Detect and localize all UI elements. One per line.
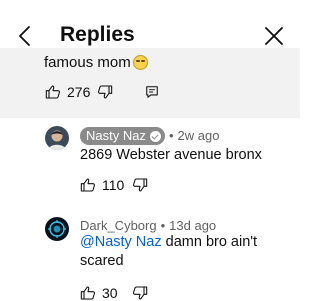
flushed-face-emoji-icon bbox=[132, 55, 148, 70]
reply-meta: Nasty Naz • 2w ago bbox=[80, 127, 219, 145]
parent-like-count: 276 bbox=[67, 84, 91, 100]
avatar[interactable] bbox=[45, 217, 69, 241]
thumb-up-icon bbox=[80, 178, 95, 192]
author-chip[interactable]: Nasty Naz bbox=[80, 127, 165, 145]
thumb-up-icon bbox=[80, 286, 95, 300]
like-count: 30 bbox=[102, 285, 118, 301]
thumb-up-icon bbox=[45, 85, 60, 99]
reply-item: Dark_Cyborg • 13d ago @Nasty Naz damn br… bbox=[0, 206, 300, 301]
parent-comment-text-tail: famous mom bbox=[44, 54, 131, 71]
reply-time: 13d ago bbox=[169, 218, 217, 233]
reply-item: Nasty Naz • 2w ago 2869 Webster avenue b… bbox=[0, 118, 300, 206]
parent-dislike-button[interactable] bbox=[97, 84, 113, 100]
like-button[interactable]: 30 bbox=[80, 285, 118, 301]
parent-comment: famous mom 276 bbox=[0, 48, 300, 118]
like-button[interactable]: 110 bbox=[80, 177, 124, 193]
thumb-down-icon bbox=[133, 178, 148, 192]
reply-time: 2w ago bbox=[177, 128, 220, 143]
dislike-button[interactable] bbox=[132, 285, 148, 301]
avatar-image bbox=[45, 126, 69, 150]
parent-like-button[interactable]: 276 bbox=[45, 84, 90, 100]
page-title: Replies bbox=[60, 23, 135, 46]
dislike-button[interactable] bbox=[132, 177, 148, 193]
author-name[interactable]: Dark_Cyborg bbox=[80, 218, 157, 234]
reply-text: 2869 Webster avenue bronx bbox=[80, 147, 262, 163]
avatar-image bbox=[45, 217, 69, 241]
separator: • bbox=[168, 128, 174, 143]
avatar[interactable] bbox=[45, 126, 69, 150]
parent-comment-text: famous mom bbox=[44, 54, 148, 72]
back-arrow-icon[interactable] bbox=[14, 24, 38, 48]
reply-meta: Dark_Cyborg • 13d ago bbox=[80, 218, 216, 234]
mention-link[interactable]: @Nasty Naz bbox=[80, 234, 162, 250]
reply-icon bbox=[146, 86, 158, 98]
author-name: Nasty Naz bbox=[86, 128, 146, 143]
verified-check-icon bbox=[149, 130, 161, 142]
thumb-down-icon bbox=[98, 85, 113, 99]
separator: • bbox=[160, 218, 166, 233]
parent-reply-button[interactable] bbox=[145, 85, 159, 99]
reply-text: @Nasty Naz damn bro ain't scared bbox=[80, 233, 280, 271]
close-icon[interactable] bbox=[262, 24, 286, 48]
like-count: 110 bbox=[102, 177, 125, 193]
thumb-down-icon bbox=[133, 286, 148, 300]
